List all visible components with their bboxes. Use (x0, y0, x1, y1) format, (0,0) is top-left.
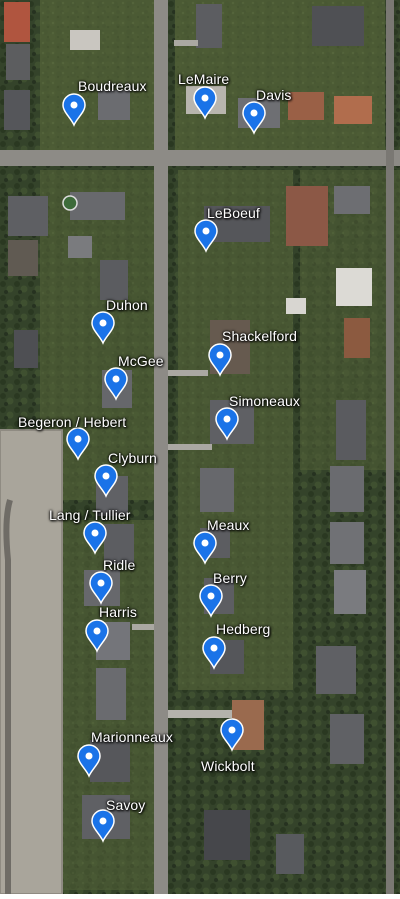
pin-center-dot (207, 592, 215, 600)
house-roof (70, 192, 125, 220)
house-roof (96, 668, 126, 720)
house-roof (4, 90, 30, 130)
pin-center-dot (201, 539, 209, 547)
house-roof (68, 236, 92, 258)
house-roof (330, 522, 364, 564)
house-roof (100, 260, 128, 300)
pin-center-dot (99, 319, 107, 327)
house-roof (334, 570, 366, 614)
house-roof (312, 6, 364, 46)
house-roof (204, 810, 250, 860)
main-road-vertical (154, 0, 168, 894)
house-roof (200, 468, 234, 512)
marker-label-mcgee: McGee (118, 353, 164, 369)
driveway (168, 370, 208, 376)
house-roof (288, 92, 324, 120)
house-roof (14, 330, 38, 368)
marker-label-marionneaux: Marionneaux (91, 729, 174, 745)
house-roof (4, 2, 30, 42)
pin-center-dot (216, 351, 224, 359)
house-roof (344, 318, 370, 358)
pin-center-dot (85, 752, 93, 760)
driveway (168, 710, 232, 718)
house-roof (70, 30, 100, 50)
pin-center-dot (250, 109, 258, 117)
pin-center-dot (201, 94, 209, 102)
marker-label-simoneaux: Simoneaux (229, 393, 300, 409)
marker-label-ridle: Ridle (103, 557, 136, 573)
driveway (132, 624, 154, 630)
pin-center-dot (70, 101, 78, 109)
marker-label-harris: Harris (99, 604, 137, 620)
house-roof (276, 834, 304, 874)
house-roof (98, 90, 130, 120)
marker-label-savoy: Savoy (106, 797, 146, 813)
marker-label-meaux: Meaux (207, 517, 250, 533)
house-roof (8, 240, 38, 276)
pin-center-dot (228, 726, 236, 734)
driveway (168, 444, 212, 450)
house-roof (316, 646, 356, 694)
house-roof (196, 4, 222, 48)
pin-center-dot (112, 375, 120, 383)
pin-center-dot (97, 579, 105, 587)
marker-label-shackelford: Shackelford (222, 328, 298, 344)
house-roof (286, 298, 306, 314)
marker-label-berry: Berry (213, 570, 247, 586)
pin-center-dot (102, 472, 110, 480)
marker-label-davis: Davis (256, 87, 292, 103)
marker-label-lang-tullier: Lang / Tullier (49, 507, 131, 523)
house-roof (336, 400, 366, 460)
satellite-imagery[interactable] (0, 0, 400, 895)
marker-label-leboeuf: LeBoeuf (207, 205, 260, 221)
house-roof (336, 268, 372, 306)
marker-label-begeron-hebert: Begeron / Hebert (18, 414, 127, 430)
satellite-map[interactable]: Boudreaux LeMaire Davis LeBoeuf Duhon Shackel… (0, 0, 400, 895)
marker-label-wickbolt: Wickbolt (201, 758, 255, 774)
house-roof (330, 714, 364, 764)
cross-road (0, 150, 400, 166)
marker-label-boudreaux: Boudreaux (78, 78, 147, 94)
curved-driveway (3, 499, 13, 894)
east-road (386, 0, 394, 894)
house-roof (334, 96, 372, 124)
pin-center-dot (202, 227, 210, 235)
pin-center-dot (99, 817, 107, 825)
pin-center-dot (223, 415, 231, 423)
house-roof (286, 186, 328, 246)
house-roof (334, 186, 370, 214)
house-roof (6, 44, 30, 80)
marker-label-hedberg: Hedberg (216, 621, 271, 637)
driveway (174, 40, 198, 46)
house-roof (8, 196, 48, 236)
marker-label-duhon: Duhon (106, 297, 148, 313)
house-roof (330, 466, 364, 512)
marker-label-clyburn: Clyburn (108, 450, 157, 466)
pool (62, 195, 78, 211)
pin-center-dot (74, 435, 82, 443)
pin-center-dot (210, 644, 218, 652)
lot-block (40, 0, 158, 150)
marker-label-lemaire: LeMaire (178, 71, 230, 87)
pin-center-dot (91, 529, 99, 537)
pin-center-dot (93, 627, 101, 635)
